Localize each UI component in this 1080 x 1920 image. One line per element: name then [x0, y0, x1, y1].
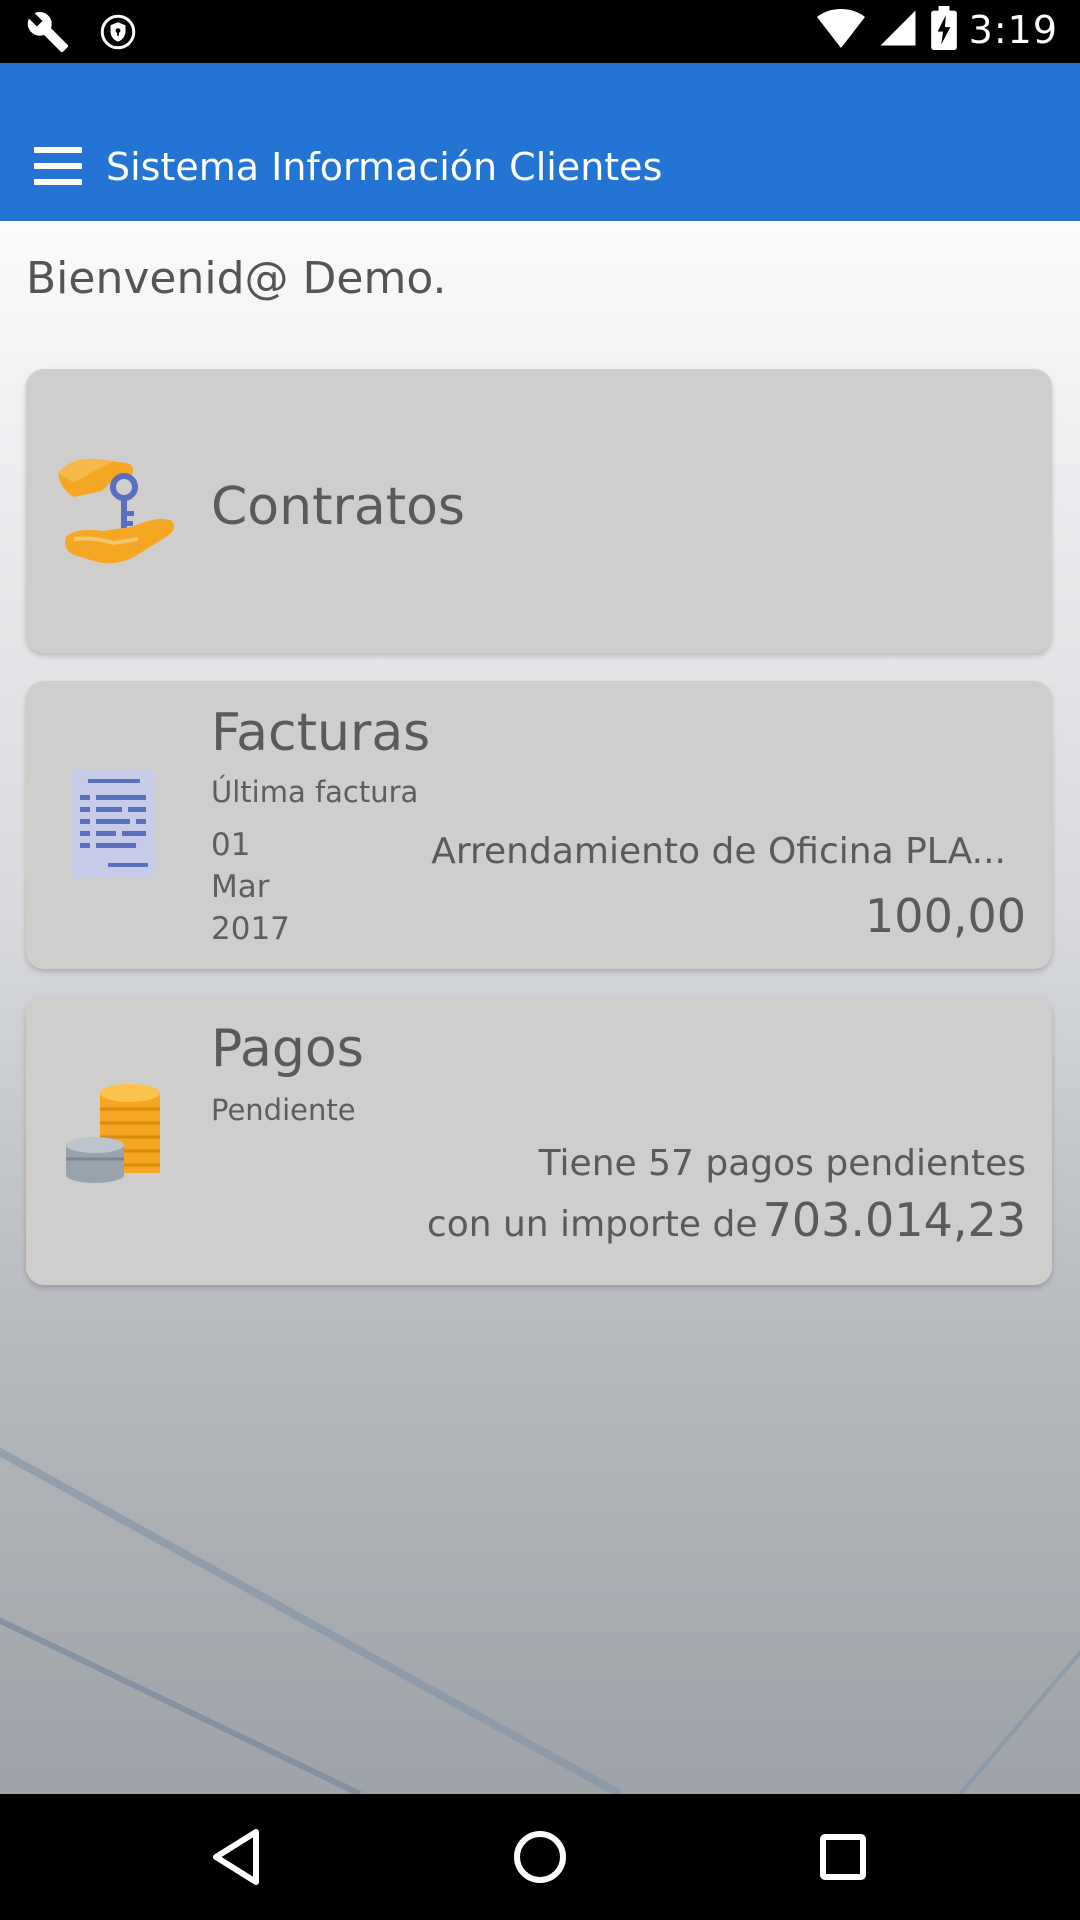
pending-amount-line: con un importe de 703.014,23 — [427, 1193, 1026, 1247]
signal-icon — [877, 7, 919, 53]
app-bar: Sistema Información Clientes — [0, 63, 1080, 221]
battery-charging-icon — [930, 6, 957, 54]
home-icon[interactable] — [503, 1820, 577, 1894]
status-clock: 3:19 — [968, 8, 1058, 52]
contratos-card[interactable]: Contratos — [26, 369, 1052, 653]
welcome-message: Bienvenid@ Demo. — [26, 253, 447, 304]
invoice-description: Arrendamiento de Oficina PLA... — [431, 831, 1006, 872]
invoice-amount: 100,00 — [865, 889, 1026, 943]
status-bar: 3:19 — [0, 0, 1080, 63]
pending-amount-prefix: con un importe de — [426, 1204, 758, 1245]
facturas-card[interactable]: Facturas Última factura 01 Mar 2017 Arre… — [26, 681, 1052, 969]
invoice-document-icon — [70, 767, 158, 883]
navigation-bar — [0, 1794, 1080, 1920]
pagos-card[interactable]: Pagos Pendiente Tiene 57 pagos pendiente… — [26, 997, 1052, 1285]
wrench-icon — [26, 10, 70, 58]
facturas-subtitle: Última factura — [211, 775, 419, 809]
pending-amount-value: 703.014,23 — [762, 1193, 1026, 1247]
pagos-title: Pagos — [211, 1019, 364, 1079]
facturas-title: Facturas — [211, 703, 431, 763]
hamburger-menu-icon[interactable] — [34, 147, 82, 187]
back-icon[interactable] — [200, 1820, 274, 1894]
recents-icon[interactable] — [806, 1820, 880, 1894]
coins-stack-icon — [64, 1079, 164, 1187]
hand-key-icon — [54, 453, 178, 573]
main-content: Bienvenid@ Demo. Contratos Facturas Últi… — [0, 221, 1080, 1794]
invoice-date-day: 01 — [211, 827, 251, 863]
pending-payments-text: Tiene 57 pagos pendientes — [538, 1143, 1026, 1184]
shield-icon — [100, 14, 136, 54]
wifi-icon — [816, 6, 865, 54]
invoice-date-year: 2017 — [211, 911, 290, 947]
invoice-date-month: Mar — [211, 869, 270, 905]
contratos-title: Contratos — [211, 477, 466, 537]
pagos-subtitle: Pendiente — [211, 1093, 356, 1127]
app-title: Sistema Información Clientes — [106, 145, 663, 189]
